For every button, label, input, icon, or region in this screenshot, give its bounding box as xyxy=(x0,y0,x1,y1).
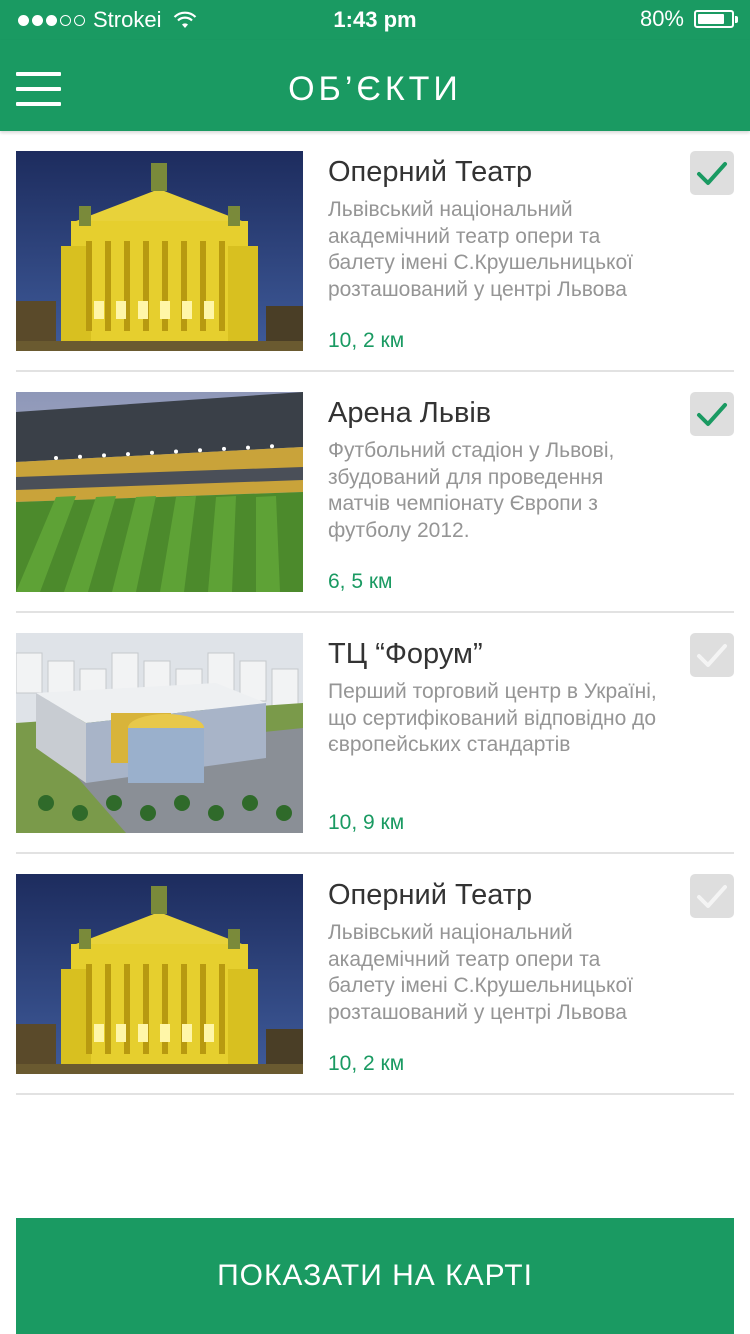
item-description: Перший торговий центр в Україні, що серт… xyxy=(328,680,657,756)
battery-icon xyxy=(694,10,738,28)
divider xyxy=(16,1093,734,1095)
item-description: Львівський національний академічний теат… xyxy=(328,921,633,1024)
forum-mall-image xyxy=(16,633,303,833)
item-title: Оперний Театр xyxy=(328,879,533,911)
show-on-map-button[interactable]: ПОКАЗАТИ НА КАРТІ xyxy=(16,1218,734,1334)
battery-level xyxy=(698,14,724,24)
item-image xyxy=(16,151,303,351)
status-bar: Strokei 1:43 pm 80% xyxy=(0,0,750,40)
item-title: Оперний Театр xyxy=(328,156,533,188)
item-title: Арена Львів xyxy=(328,397,492,429)
list-item[interactable]: ТЦ “Форум” Перший торговий центр в Украї… xyxy=(16,613,734,854)
item-checkbox[interactable] xyxy=(690,874,734,918)
status-right: 80% xyxy=(639,6,738,32)
checkmark-icon xyxy=(697,403,727,426)
item-description: Львівський національний академічний теат… xyxy=(328,198,633,301)
item-title: ТЦ “Форум” xyxy=(328,638,483,670)
list-item[interactable]: Оперний Театр Львівський національний ак… xyxy=(16,131,734,372)
item-checkbox[interactable] xyxy=(690,633,734,677)
item-description: Футбольний стадіон у Львові, збудований … xyxy=(328,439,615,542)
checkmark-icon xyxy=(697,162,727,185)
opera-theatre-image xyxy=(16,151,303,351)
checkmark-icon xyxy=(697,644,727,667)
item-checkbox[interactable] xyxy=(690,151,734,195)
app-bar: ОБ’ЄКТИ xyxy=(0,40,750,131)
item-image xyxy=(16,633,303,833)
status-time: 1:43 pm xyxy=(333,7,417,32)
arena-stadium-image xyxy=(16,392,303,592)
objects-list: Оперний Театр Львівський національний ак… xyxy=(16,131,734,1095)
item-distance: 10, 2 км xyxy=(328,329,405,352)
item-distance: 10, 2 км xyxy=(328,1052,405,1075)
item-image xyxy=(16,392,303,592)
list-item[interactable]: Арена Львів Футбольний стадіон у Львові,… xyxy=(16,372,734,613)
checkmark-icon xyxy=(697,885,727,908)
item-distance: 6, 5 км xyxy=(328,570,393,593)
battery-percent: 80% xyxy=(639,6,684,31)
list-item[interactable]: Оперний Театр Львівський національний ак… xyxy=(16,854,734,1095)
opera-theatre-image xyxy=(16,874,303,1074)
item-distance: 10, 9 км xyxy=(328,811,405,834)
item-checkbox[interactable] xyxy=(690,392,734,436)
page-title: ОБ’ЄКТИ xyxy=(288,70,462,108)
item-image xyxy=(16,874,303,1074)
